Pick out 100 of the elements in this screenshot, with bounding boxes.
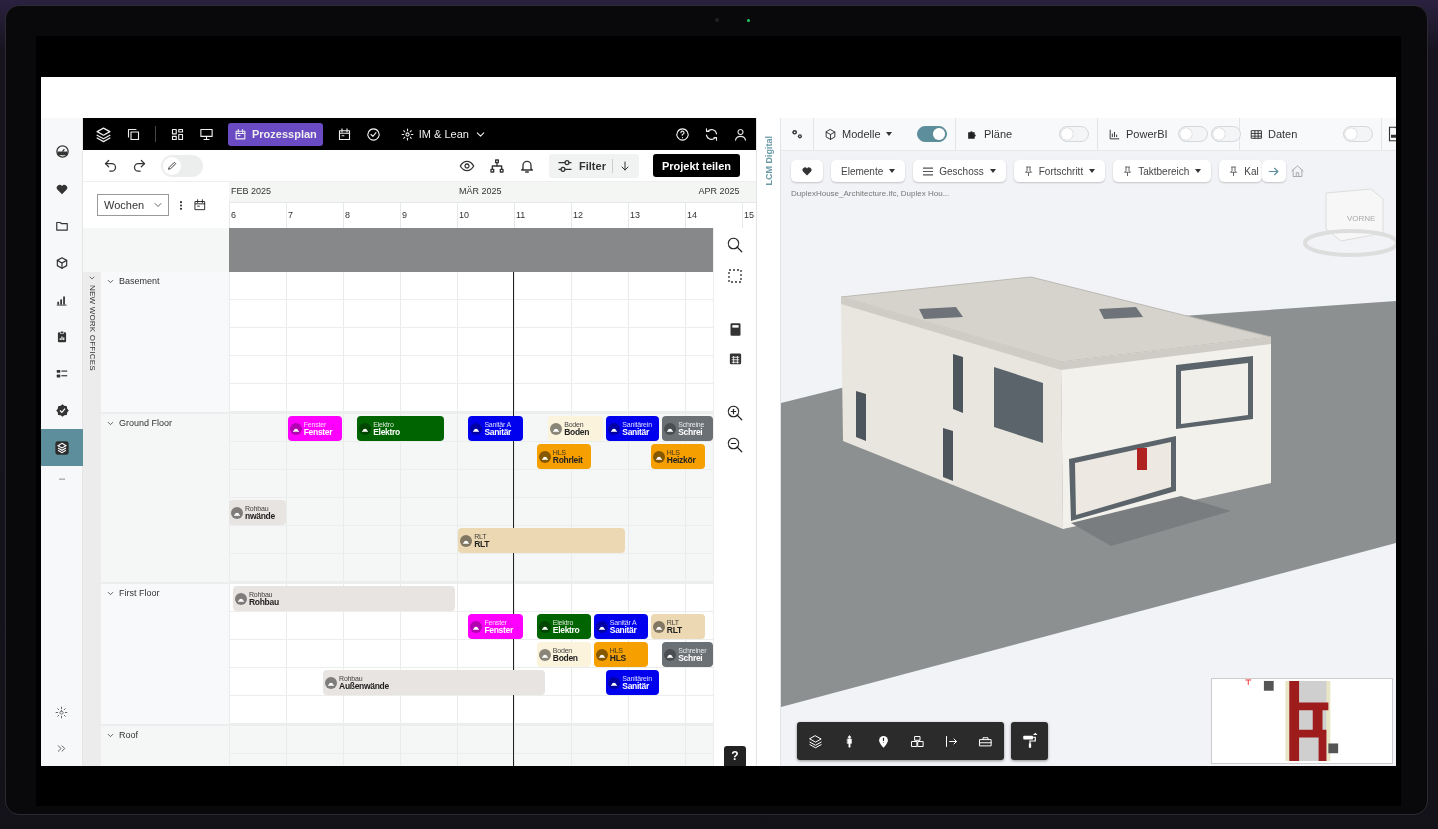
hard-hat-icon: [470, 422, 483, 435]
project-toggle[interactable]: NEW WORK OFFICES: [87, 274, 97, 371]
calendar-today-icon[interactable]: [193, 198, 207, 212]
nav-tab[interactable]: IM & Lean: [394, 122, 493, 146]
calendar-icon[interactable]: [336, 126, 352, 142]
help-icon[interactable]: [675, 126, 690, 142]
settings-icon[interactable]: [55, 705, 68, 719]
task-title: Elektro: [373, 427, 400, 437]
pin-icon: [1123, 165, 1133, 177]
hard-hat-icon: [664, 422, 677, 435]
task-title: Rohrleit: [552, 455, 583, 465]
task-title: Sanitär: [484, 427, 512, 437]
hard-hat-icon: [538, 648, 551, 661]
panel-label: PowerBI: [1126, 128, 1168, 140]
map-pin-icon: [876, 733, 891, 749]
hard-hat-icon: [550, 422, 563, 435]
month-label: FEB 2025: [231, 186, 272, 196]
hard-hat-icon: [460, 534, 473, 547]
heart-icon: [801, 165, 813, 177]
hard-hat-icon: [652, 620, 665, 633]
filter-chip[interactable]: Kal: [1219, 160, 1262, 182]
caret-icon: [989, 169, 996, 173]
layout-icon[interactable]: [170, 126, 185, 142]
floor-toggle[interactable]: Ground Floor: [106, 418, 173, 428]
task-title: RLT: [474, 539, 490, 549]
week-label: 12: [573, 210, 583, 220]
chevron-down-icon: [88, 274, 96, 282]
nav-tab[interactable]: Prozessplan: [228, 122, 323, 146]
sidebar-item[interactable]: [41, 429, 83, 466]
exit-icon: [944, 733, 959, 749]
week-label: 8: [345, 210, 350, 220]
hard-hat-icon: [595, 620, 608, 633]
filter-button[interactable]: Filter: [549, 153, 639, 178]
task-title: Boden: [564, 427, 590, 437]
week-label: 13: [630, 210, 640, 220]
help-button[interactable]: ?: [724, 746, 746, 766]
badge-check-icon: [54, 403, 70, 418]
cube-face-label: VORNE: [1347, 214, 1376, 223]
task-title: Sanitär: [622, 427, 650, 437]
filter-chip[interactable]: Taktbereich: [1113, 160, 1212, 182]
task-title: HLS: [609, 653, 626, 663]
share-button[interactable]: Projekt teilen: [652, 154, 740, 177]
paint-roller-icon: [1020, 732, 1039, 750]
settings-icon[interactable]: [790, 127, 804, 141]
hard-hat-icon: [538, 450, 551, 463]
floor-name: Roof: [119, 730, 138, 740]
hard-hat-icon: [359, 422, 372, 435]
filter-chip[interactable]: Geschoss: [913, 160, 1006, 182]
panel-label: Daten: [1268, 128, 1298, 140]
floor-name: Basement: [119, 276, 160, 286]
filter-chip[interactable]: Elemente: [831, 160, 906, 182]
task-title: nwände: [245, 511, 275, 521]
task-title: Elektro: [552, 625, 580, 635]
hard-hat-icon: [470, 620, 483, 633]
caret-icon: [1195, 169, 1202, 173]
filter-chip[interactable]: Fortschritt: [1013, 160, 1106, 182]
floor-toggle[interactable]: Basement: [106, 276, 160, 286]
edit-toggle[interactable]: [161, 154, 203, 177]
toggle-switch[interactable]: [917, 126, 947, 142]
caret-icon: [885, 132, 892, 136]
select-area-icon[interactable]: [727, 268, 743, 284]
floor-name: First Floor: [119, 588, 160, 598]
panel-dropdown[interactable]: Modelle: [824, 127, 892, 141]
task-title: Boden: [552, 653, 578, 663]
task-title: RLT: [666, 625, 682, 635]
week-label: 6: [231, 210, 236, 220]
favorites-chip[interactable]: [791, 160, 823, 182]
calendar-grid-icon[interactable]: [727, 351, 743, 366]
pin-icon: [1023, 165, 1033, 177]
scroll-right-button[interactable]: [1261, 160, 1286, 182]
hierarchy-icon[interactable]: [489, 157, 505, 174]
undo-icon[interactable]: [103, 158, 118, 173]
zoom-in-icon[interactable]: [726, 404, 744, 422]
floor-toggle[interactable]: Roof: [106, 730, 138, 740]
copy-icon[interactable]: [126, 126, 141, 142]
user-icon[interactable]: [733, 126, 748, 142]
refresh-icon[interactable]: [704, 126, 719, 142]
redo-icon[interactable]: [132, 158, 147, 173]
week-label: 14: [687, 210, 697, 220]
zoom-out-icon[interactable]: [726, 436, 744, 454]
model-file-names: DuplexHouse_Architecture.ifc, Duplex Hou...: [791, 189, 950, 198]
search-icon[interactable]: [726, 236, 744, 254]
status-light: [747, 19, 750, 22]
kebab-icon[interactable]: [179, 199, 183, 211]
hard-hat-icon: [652, 450, 665, 463]
week-label: 15: [744, 210, 754, 220]
view-select[interactable]: Wochen: [97, 194, 169, 216]
hard-hat-icon: [608, 676, 621, 689]
expand-icon[interactable]: [56, 742, 67, 754]
layers-icon: [808, 733, 823, 749]
task-title: Sanitär: [622, 681, 650, 691]
floor-name: Ground Floor: [119, 418, 173, 428]
hard-hat-icon: [608, 422, 621, 435]
week-label: 9: [402, 210, 407, 220]
layers-icon[interactable]: [95, 125, 112, 143]
calendar-icon: [234, 127, 247, 141]
list-icon: [923, 166, 934, 176]
presentation-icon[interactable]: [199, 126, 214, 142]
floor-toggle[interactable]: First Floor: [106, 588, 160, 598]
hard-hat-icon: [538, 620, 551, 633]
